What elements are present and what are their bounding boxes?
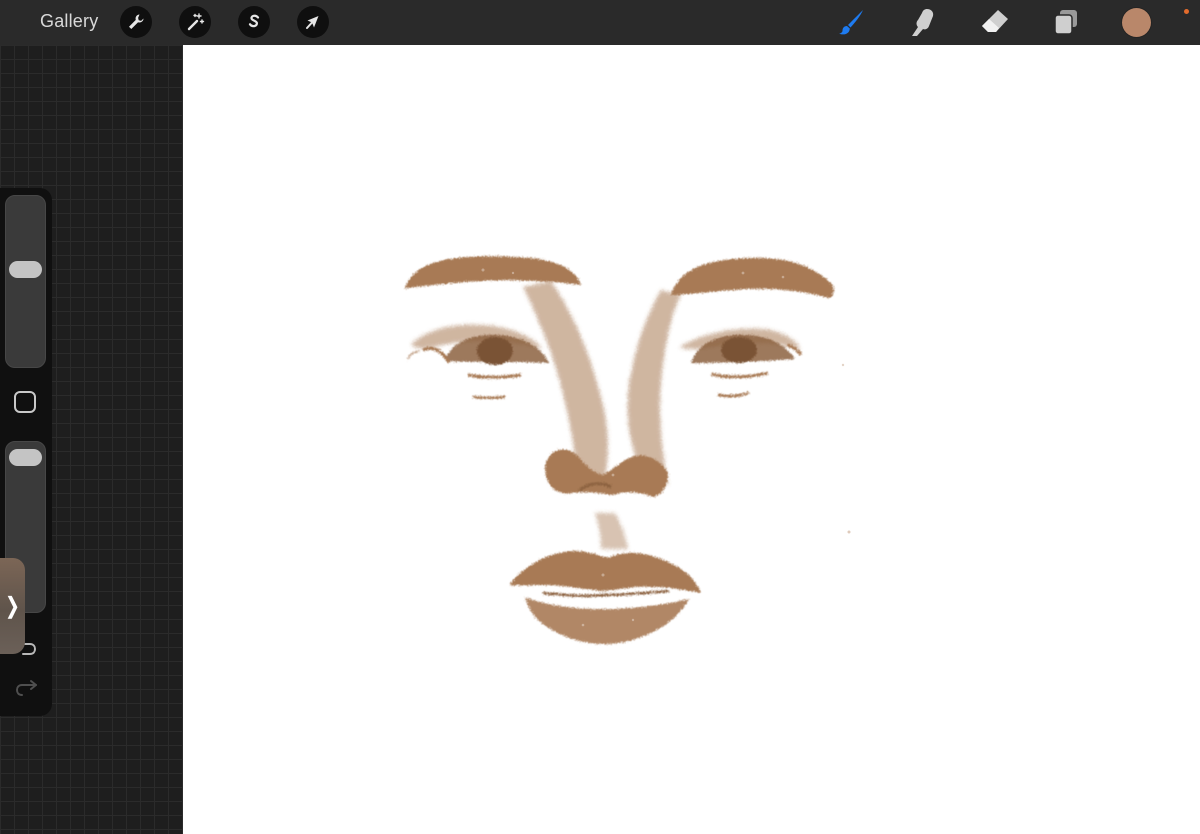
face-sketch <box>405 256 851 645</box>
layers-button[interactable] <box>1050 6 1082 38</box>
redo-arrow-icon <box>15 680 37 696</box>
brush-size-thumb[interactable] <box>9 261 42 279</box>
layers-icon <box>1054 10 1077 35</box>
drawing-canvas[interactable] <box>183 45 1200 834</box>
reference-panel-tab[interactable]: ❭ <box>0 558 25 654</box>
status-indicator <box>1184 9 1189 14</box>
wrench-icon <box>129 14 144 29</box>
color-picker-button[interactable] <box>1122 8 1151 37</box>
eraser-icon <box>982 10 1008 32</box>
brush-size-slider[interactable] <box>5 195 46 368</box>
opacity-thumb[interactable] <box>9 449 42 467</box>
actions-button[interactable] <box>120 6 152 38</box>
procreate-app: Gallery ❭ <box>0 0 1200 834</box>
eraser-button[interactable] <box>979 6 1011 38</box>
adjustments-button[interactable] <box>179 6 211 38</box>
smudge-button[interactable] <box>907 6 939 38</box>
smudge-finger-icon <box>912 9 934 36</box>
modifier-button[interactable] <box>14 391 36 413</box>
brush-button[interactable] <box>835 6 867 38</box>
gallery-button[interactable]: Gallery <box>40 11 98 32</box>
brush-icon <box>839 10 863 35</box>
transform-button[interactable] <box>297 6 329 38</box>
arrow-cursor-icon <box>306 16 319 29</box>
redo-button[interactable] <box>13 677 39 699</box>
selection-s-icon <box>248 14 260 28</box>
magic-wand-icon <box>187 13 205 31</box>
top-toolbar: Gallery <box>0 0 1200 45</box>
selection-button[interactable] <box>238 6 270 38</box>
chevron-right-icon: ❭ <box>3 593 22 618</box>
